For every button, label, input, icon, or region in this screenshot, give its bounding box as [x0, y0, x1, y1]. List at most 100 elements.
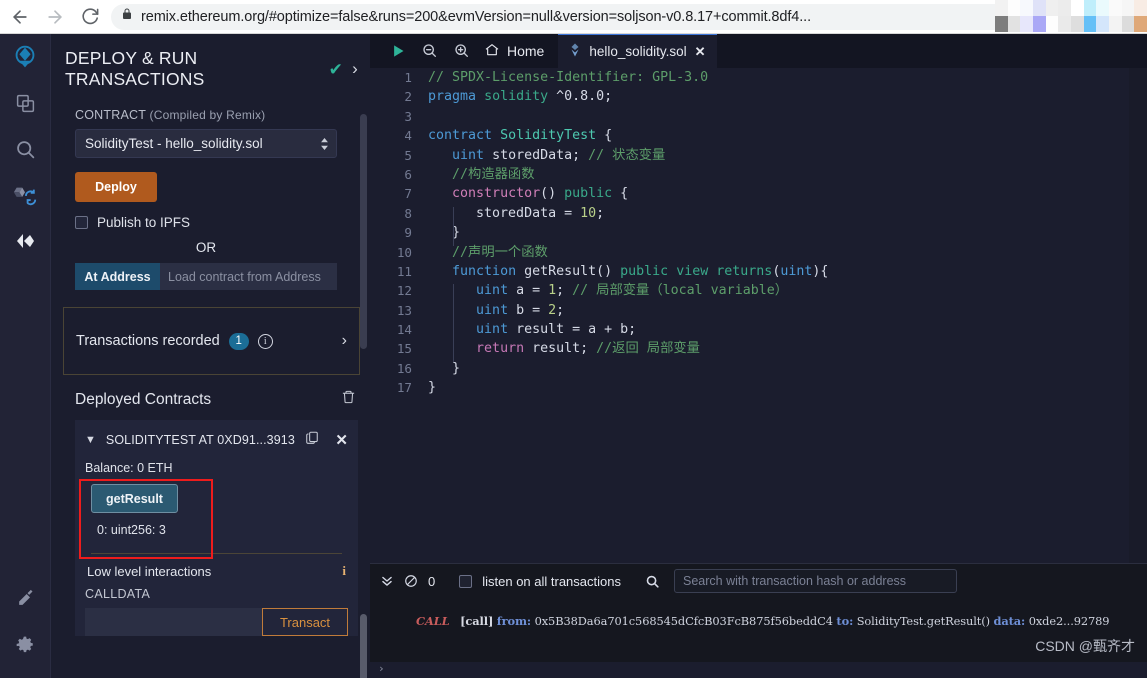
code-line[interactable]: 16 } [370, 359, 1147, 378]
code-line[interactable]: 2 pragma solidity ^0.8.0; [370, 87, 1147, 106]
contract-card-header[interactable]: ▼ SOLIDITYTEST AT 0XD91...3913 ✕ [85, 430, 348, 450]
zoom-out-icon[interactable] [414, 34, 446, 68]
transactions-recorded-box[interactable]: Transactions recorded 1 i › [63, 307, 360, 375]
copy-icon[interactable] [305, 430, 319, 450]
chevron-right-icon[interactable]: › [352, 59, 358, 79]
log-data-key: data: [993, 614, 1026, 628]
line-number: 3 [404, 108, 412, 124]
contract-instance-title: SOLIDITYTEST AT 0XD91...3913 [105, 433, 295, 447]
line-number: 4 [404, 128, 412, 144]
code-text: // SPDX-License-Identifier: GPL-3.0 [428, 70, 709, 85]
code-line[interactable]: 4 contract SolidityTest { [370, 126, 1147, 145]
editor-home-tab[interactable]: Home [478, 34, 558, 68]
calldata-input[interactable] [85, 608, 262, 636]
terminal-prompt[interactable]: › [370, 662, 1147, 678]
publish-ipfs-row[interactable]: Publish to IPFS [75, 215, 358, 230]
search-icon[interactable] [0, 126, 51, 172]
code-text: } [428, 380, 437, 396]
plugin-manager-icon[interactable] [0, 576, 51, 622]
terminal-log-row[interactable]: CALL [call] from: 0x5B38Da6a701c568545dC… [370, 598, 1147, 628]
return-value: 0: uint256: 3 [97, 523, 166, 537]
forward-arrow-icon[interactable] [40, 2, 70, 32]
terminal-toolbar: 0 listen on all transactions [370, 564, 1147, 598]
code-text: uint b = 2; [476, 302, 565, 318]
deployed-contracts-header: Deployed Contracts [51, 375, 370, 420]
deploy-button[interactable]: Deploy [75, 172, 157, 202]
back-arrow-icon[interactable] [5, 2, 35, 32]
indent-guide [453, 206, 454, 246]
code-text: pragma solidity ^0.8.0; [428, 89, 613, 105]
check-icon: ✔ [328, 59, 344, 79]
file-explorer-icon[interactable] [0, 80, 51, 126]
code-line[interactable]: 12 uint a = 1; // 局部变量（local variable） [370, 281, 1147, 300]
code-text: //构造器函数 [452, 166, 535, 182]
panel-header: DEPLOY & RUN TRANSACTIONS ✔ › [51, 34, 370, 100]
tab-label: hello_solidity.sol [589, 44, 687, 59]
code-line[interactable]: 5 uint storedData; // 状态变量 [370, 146, 1147, 165]
line-number: 14 [396, 322, 412, 338]
page-title: DEPLOY & RUN TRANSACTIONS [65, 48, 205, 89]
code-line[interactable]: 15 return result; //返回 局部变量 [370, 339, 1147, 358]
trash-icon[interactable] [341, 389, 356, 410]
code-line[interactable]: 8 storedData = 10; [370, 204, 1147, 223]
browser-toolbar: remix.ethereum.org/#optimize=false&runs=… [0, 0, 1147, 34]
chevron-down-icon[interactable]: ▼ [85, 434, 96, 446]
code-line[interactable]: 14 uint result = a + b; [370, 320, 1147, 339]
code-line[interactable]: 9 } [370, 223, 1147, 242]
code-text: uint result = a + b; [476, 322, 637, 338]
chevron-right-icon[interactable]: › [342, 332, 347, 350]
close-icon[interactable]: ✕ [335, 431, 348, 449]
solidity-compiler-icon[interactable] [0, 172, 51, 218]
at-address-button[interactable]: At Address [75, 263, 160, 290]
remix-home-icon[interactable] [0, 34, 51, 80]
chevron-updown-icon [320, 137, 329, 150]
play-icon[interactable] [382, 34, 414, 68]
no-entry-icon[interactable] [404, 574, 418, 588]
contract-balance: Balance: 0 ETH [85, 461, 173, 475]
tab-hello-solidity-sol[interactable]: hello_solidity.sol ✕ [558, 34, 717, 68]
code-line[interactable]: 10 //声明一个函数 [370, 243, 1147, 262]
deploy-run-icon[interactable] [0, 218, 51, 264]
remix-icon-rail [0, 34, 51, 678]
code-line[interactable]: 17} [370, 378, 1147, 397]
line-number: 13 [396, 302, 412, 318]
code-line[interactable]: 3 [370, 107, 1147, 126]
lock-icon [121, 7, 133, 26]
code-line[interactable]: 7 constructor() public { [370, 184, 1147, 203]
settings-gear-icon[interactable] [0, 622, 51, 668]
code-text: uint storedData; // 状态变量 [452, 147, 666, 163]
search-icon[interactable] [645, 574, 660, 589]
listen-all-transactions-label: listen on all transactions [482, 573, 621, 589]
line-number: 15 [396, 341, 412, 357]
info-icon[interactable]: i [257, 333, 273, 349]
contract-select[interactable]: SolidityTest - hello_solidity.sol [75, 129, 337, 158]
get-result-button[interactable]: getResult [91, 484, 178, 513]
code-text: } [428, 360, 461, 376]
address-bar[interactable]: remix.ethereum.org/#optimize=false&runs=… [111, 3, 1053, 30]
code-line[interactable]: 1 // SPDX-License-Identifier: GPL-3.0 [370, 68, 1147, 87]
at-address-input[interactable] [160, 263, 337, 290]
calldata-row: Transact [85, 608, 348, 636]
info-icon[interactable]: i [342, 563, 346, 579]
code-line[interactable]: 11 function getResult() public view retu… [370, 262, 1147, 281]
code-line[interactable]: 13 uint b = 2; [370, 301, 1147, 320]
panel-scrollbar-thumb[interactable] [360, 614, 367, 678]
close-icon[interactable]: ✕ [695, 44, 706, 60]
deployed-contract-card: ▼ SOLIDITYTEST AT 0XD91...3913 ✕ Balance… [75, 420, 358, 636]
panel-scrollbar-track[interactable] [360, 114, 367, 349]
terminal-log-count: 0 [428, 573, 436, 589]
code-line[interactable]: 6 //构造器函数 [370, 165, 1147, 184]
log-bracket: [call] [460, 614, 494, 628]
reload-icon[interactable] [75, 2, 105, 32]
listen-all-transactions-checkbox[interactable] [459, 574, 473, 588]
double-chevron-down-icon[interactable] [380, 574, 394, 588]
transact-button[interactable]: Transact [262, 608, 348, 636]
line-number: 10 [396, 244, 412, 260]
publish-ipfs-checkbox[interactable] [75, 216, 88, 229]
line-number: 1 [404, 70, 412, 85]
code-content[interactable]: 1 // SPDX-License-Identifier: GPL-3.0 2 pra… [370, 68, 1147, 586]
zoom-in-icon[interactable] [446, 34, 478, 68]
line-number: 17 [396, 380, 412, 396]
code-text: //声明一个函数 [452, 244, 548, 260]
terminal-search-input[interactable] [673, 569, 957, 593]
